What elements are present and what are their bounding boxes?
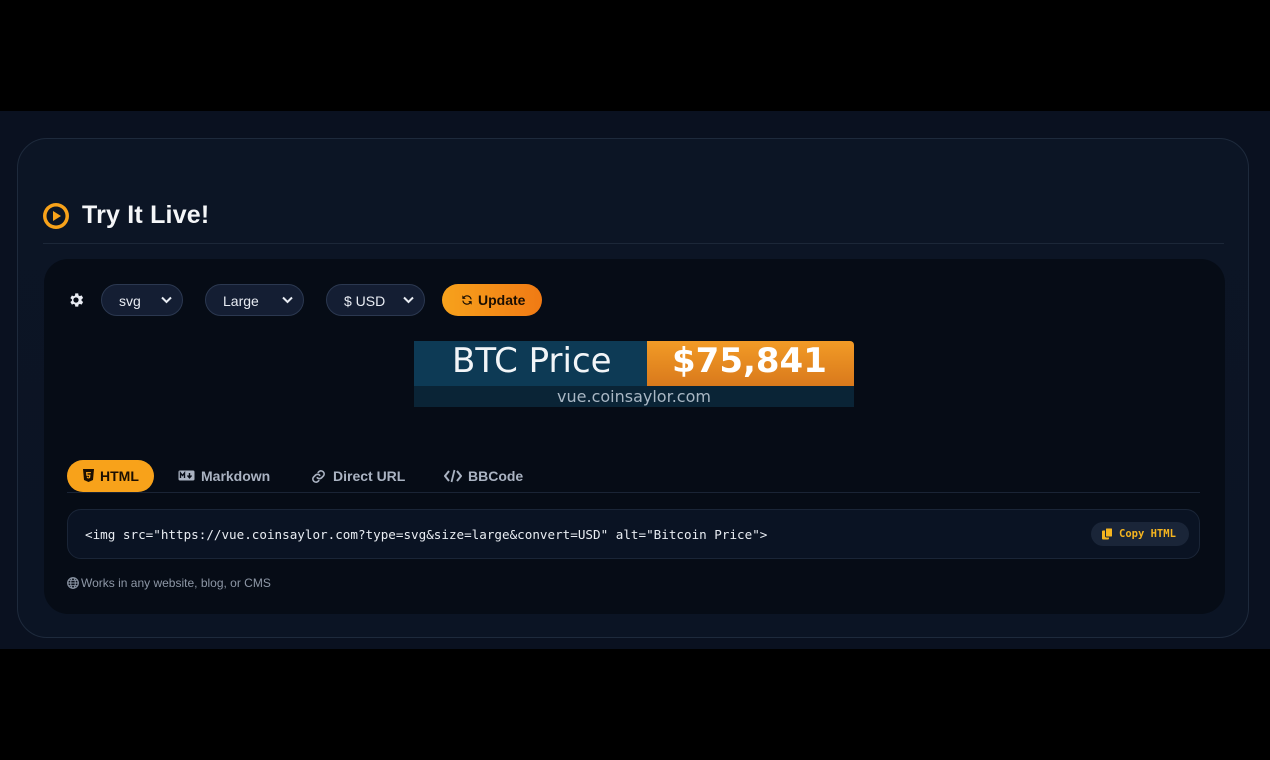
globe-icon bbox=[67, 577, 79, 589]
copy-icon bbox=[1102, 528, 1113, 540]
currency-select-value: $ USD bbox=[344, 293, 386, 309]
badge-footer: vue.coinsaylor.com bbox=[414, 386, 854, 407]
try-it-live-card: Try It Live! svg Large $ USD Update BTC … bbox=[17, 138, 1249, 638]
badge-label-area: BTC Price bbox=[414, 341, 647, 386]
embed-code[interactable]: <img src="https://vue.coinsaylor.com?typ… bbox=[85, 527, 767, 542]
play-circle-icon bbox=[43, 203, 69, 229]
copy-html-button[interactable]: Copy HTML bbox=[1091, 522, 1189, 546]
tab-html[interactable]: HTML bbox=[67, 460, 154, 492]
code-icon bbox=[444, 469, 462, 483]
update-button[interactable]: Update bbox=[442, 284, 542, 316]
gear-icon bbox=[70, 293, 84, 307]
tab-label: Markdown bbox=[201, 468, 271, 484]
note-text: Works in any website, blog, or CMS bbox=[81, 576, 271, 590]
chevron-down-icon bbox=[282, 296, 293, 304]
chevron-down-icon bbox=[161, 296, 172, 304]
update-button-label: Update bbox=[478, 292, 526, 308]
tab-bbcode[interactable]: BBCode bbox=[444, 460, 529, 492]
btc-price-badge: BTC Price $75,841 vue.coinsaylor.com bbox=[414, 341, 854, 407]
live-demo-panel: svg Large $ USD Update BTC Price $75,841… bbox=[44, 259, 1225, 614]
size-select-value: Large bbox=[223, 293, 259, 309]
badge-price-area: $75,841 bbox=[647, 341, 854, 386]
tab-direct-url[interactable]: Direct URL bbox=[310, 460, 410, 492]
refresh-icon bbox=[462, 295, 472, 305]
embed-format-tabs: HTML Markdown Direct URL BBCode bbox=[67, 460, 1200, 493]
embed-code-box: <img src="https://vue.coinsaylor.com?typ… bbox=[67, 509, 1200, 559]
markdown-icon bbox=[178, 470, 195, 481]
chevron-down-icon bbox=[403, 296, 414, 304]
tab-label: HTML bbox=[100, 468, 139, 484]
html5-icon bbox=[83, 469, 94, 482]
card-header: Try It Live! bbox=[43, 199, 1224, 244]
size-select[interactable]: Large bbox=[205, 284, 304, 316]
link-icon bbox=[312, 470, 325, 483]
tab-label: Direct URL bbox=[333, 468, 406, 484]
section-title: Try It Live! bbox=[82, 201, 210, 229]
format-select[interactable]: svg bbox=[101, 284, 183, 316]
page-section: Try It Live! svg Large $ USD Update BTC … bbox=[0, 111, 1270, 649]
tab-markdown[interactable]: Markdown bbox=[178, 460, 273, 492]
currency-select[interactable]: $ USD bbox=[326, 284, 425, 316]
copy-button-label: Copy HTML bbox=[1119, 528, 1176, 540]
badge-price: $75,841 bbox=[672, 341, 827, 381]
tab-label: BBCode bbox=[468, 468, 524, 484]
badge-label: BTC Price bbox=[452, 341, 612, 381]
badge-site: vue.coinsaylor.com bbox=[557, 387, 711, 406]
format-select-value: svg bbox=[119, 293, 141, 309]
